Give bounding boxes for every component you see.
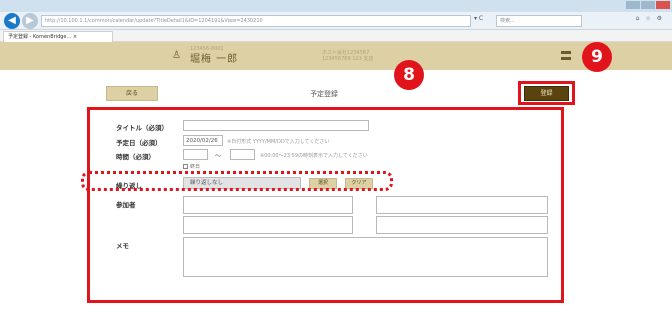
time-start-input[interactable]	[183, 149, 208, 160]
date-label: 予定日（必須）	[116, 139, 162, 147]
browser-tab-strip: 予定登録 - KomenBridge... ×	[0, 30, 672, 42]
allday-label: 終日	[190, 164, 201, 170]
browser-titlebar	[0, 0, 672, 12]
maximize-icon[interactable]	[641, 1, 655, 9]
callout-badge-8: 8	[394, 60, 424, 90]
participants-input-1[interactable]	[183, 196, 353, 214]
settings-icon-graphic	[561, 51, 571, 60]
browser-toolbar-icons[interactable]: ⌂ ☆ ⚙	[636, 15, 664, 22]
minimize-icon[interactable]	[626, 1, 640, 9]
time-hint: ※00:00～23:59の時刻表示で入力してください	[260, 153, 368, 159]
repeat-highlight	[81, 171, 393, 191]
callout-badge-9: 9	[582, 42, 612, 72]
memo-textarea[interactable]	[183, 237, 548, 277]
date-hint: ※日付形式 YYYY/MM/DDで入力してください	[227, 139, 330, 145]
arrow-right-icon: ▶	[26, 15, 34, 26]
participants-input-2[interactable]	[376, 196, 548, 214]
memo-label: メモ	[116, 242, 129, 250]
company-info-line2: 123456789 123 支店	[322, 56, 374, 62]
participants-label: 参加者	[116, 201, 136, 209]
back-page-button[interactable]: 戻る	[106, 86, 158, 101]
app-header: ♙ 123456-0001 堀梅 一郎 ホスト会社1234567 1234567…	[0, 42, 672, 70]
close-icon[interactable]	[656, 1, 670, 9]
forward-button[interactable]: ▶	[22, 13, 38, 29]
browser-address-row: ◀ ▶ http://10.100.1.1/common/calendar/up…	[0, 12, 672, 30]
participants-input-3[interactable]	[183, 216, 353, 234]
refresh-icon[interactable]: ▾ C	[474, 15, 483, 22]
title-label: タイトル（必須）	[116, 124, 168, 132]
arrow-left-icon: ◀	[8, 15, 16, 26]
window-controls	[626, 1, 670, 9]
user-name: 堀梅 一郎	[190, 54, 239, 65]
time-label: 時間（必須）	[116, 153, 155, 161]
company-info: ホスト会社1234567 123456789 123 支店	[322, 50, 373, 62]
back-button[interactable]: ◀	[4, 13, 20, 29]
user-id: 123456-0001	[190, 46, 224, 52]
participants-input-4[interactable]	[376, 216, 548, 234]
date-input[interactable]: 2020/02/26	[183, 135, 223, 146]
time-end-input[interactable]	[230, 149, 255, 160]
time-separator: 〜	[215, 153, 222, 160]
user-info: 123456-0001 堀梅 一郎	[190, 46, 238, 66]
title-input[interactable]	[183, 120, 369, 131]
browser-tab[interactable]: 予定登録 - KomenBridge... ×	[3, 31, 113, 42]
page-title: 予定登録	[310, 90, 338, 98]
browser-search-input[interactable]: 検索...	[496, 15, 582, 27]
app-window: ◀ ▶ http://10.100.1.1/common/calendar/up…	[0, 0, 672, 309]
settings-icon[interactable]	[560, 49, 572, 65]
address-bar[interactable]: http://10.100.1.1/common/calendar/update…	[41, 15, 471, 27]
user-icon: ♙	[172, 50, 181, 61]
register-highlight	[518, 81, 575, 105]
allday-checkbox[interactable]: 終日	[183, 163, 200, 170]
checkbox-icon	[183, 164, 188, 169]
